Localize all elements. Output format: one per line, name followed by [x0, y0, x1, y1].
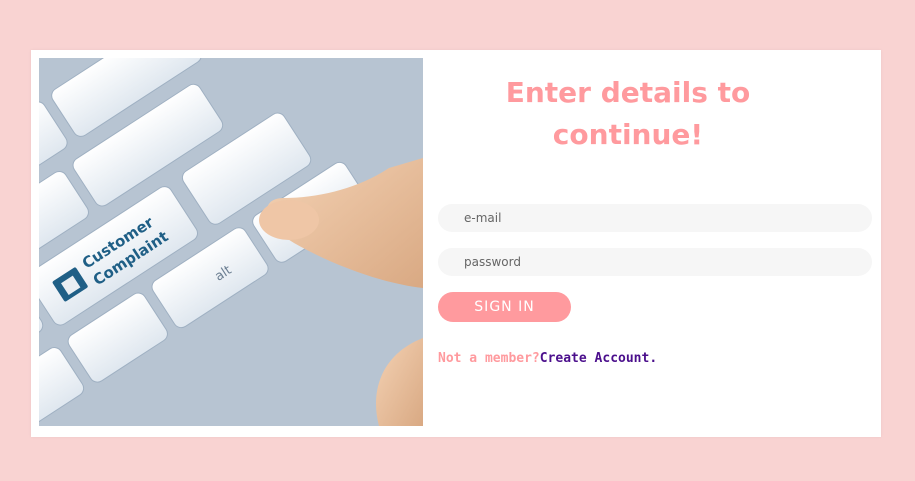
- login-form: Enter details to continue! SIGN IN Not a…: [438, 50, 874, 437]
- login-card: Customer Complaint ctrl alt Enter detail…: [31, 50, 881, 437]
- hero-image: Customer Complaint ctrl alt: [39, 58, 423, 426]
- create-account-link[interactable]: Create Account.: [540, 351, 657, 366]
- password-field[interactable]: [438, 248, 872, 276]
- email-field[interactable]: [438, 204, 872, 232]
- not-member-text: Not a member?: [438, 351, 540, 366]
- sign-in-button[interactable]: SIGN IN: [438, 292, 571, 322]
- signup-prompt: Not a member?Create Account.: [438, 351, 657, 366]
- form-heading: Enter details to continue!: [505, 76, 751, 151]
